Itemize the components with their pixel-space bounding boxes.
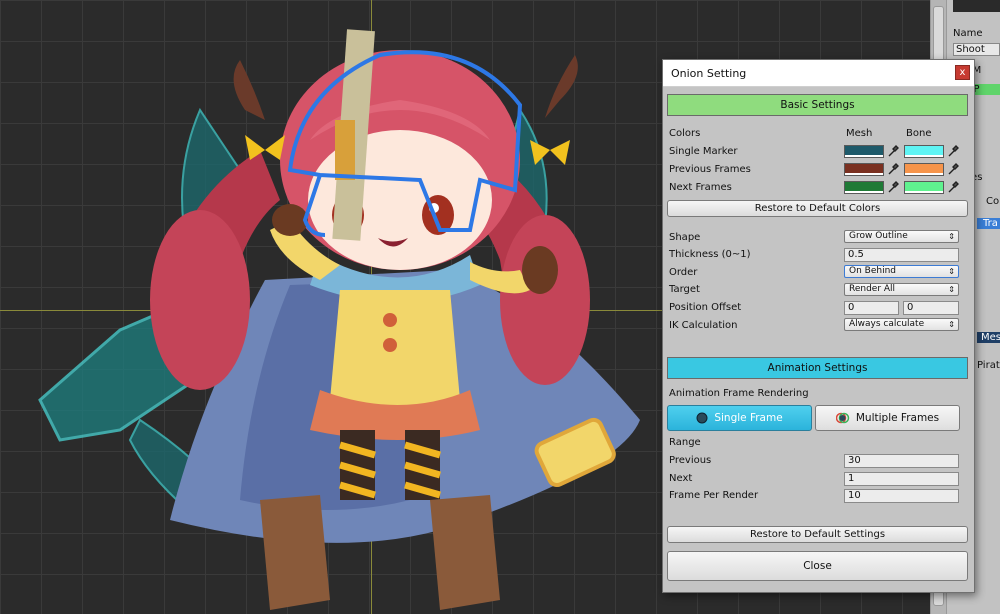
order-label: Order <box>669 267 698 278</box>
order-dropdown[interactable]: On Behind ⇕ <box>844 265 959 278</box>
position-offset-y-field[interactable]: 0 <box>903 301 959 315</box>
range-label: Range <box>669 437 701 448</box>
multiple-frames-icon <box>835 412 850 424</box>
next-label: Next <box>669 473 693 484</box>
onion-setting-dialog: Onion Setting x Basic Settings Colors Me… <box>662 59 975 593</box>
ik-calculation-value: Always calculate <box>849 319 925 329</box>
thickness-field[interactable]: 0.5 <box>844 248 959 262</box>
single-marker-mesh-color[interactable] <box>844 145 884 158</box>
dropdown-arrow-icon: ⇕ <box>948 320 955 329</box>
close-button[interactable]: Close <box>667 551 968 581</box>
single-frame-label: Single Frame <box>714 412 783 424</box>
ik-calculation-dropdown[interactable]: Always calculate ⇕ <box>844 318 959 331</box>
eyedropper-icon[interactable] <box>947 145 959 158</box>
frame-per-render-field[interactable]: 10 <box>844 489 959 503</box>
eyedropper-icon[interactable] <box>947 181 959 194</box>
thickness-label: Thickness (0~1) <box>669 249 751 260</box>
track-item[interactable]: Tra <box>977 218 1000 229</box>
previous-label: Previous <box>669 455 712 466</box>
order-value: On Behind <box>849 266 896 276</box>
next-range-field[interactable]: 1 <box>844 472 959 486</box>
dialog-close-x-button[interactable]: x <box>955 65 970 80</box>
dropdown-arrow-icon: ⇕ <box>948 285 955 294</box>
mesh-tab[interactable]: Mes <box>977 332 1000 343</box>
target-value: Render All <box>849 284 896 294</box>
target-dropdown[interactable]: Render All ⇕ <box>844 283 959 296</box>
single-frame-icon <box>696 412 708 424</box>
eyedropper-icon[interactable] <box>887 163 899 176</box>
position-offset-x-field[interactable]: 0 <box>844 301 899 315</box>
ik-calculation-label: IK Calculation <box>669 320 738 331</box>
previous-range-field[interactable]: 30 <box>844 454 959 468</box>
single-frame-toggle[interactable]: Single Frame <box>667 405 812 431</box>
shape-value: Grow Outline <box>849 231 908 241</box>
mesh-column-header: Mesh <box>846 128 873 139</box>
dialog-titlebar[interactable]: Onion Setting x <box>663 60 974 87</box>
pirate-label: Pirat <box>977 360 1000 371</box>
shape-label: Shape <box>669 232 701 243</box>
dialog-title: Onion Setting <box>671 67 747 80</box>
eyedropper-icon[interactable] <box>947 163 959 176</box>
target-label: Target <box>669 284 700 295</box>
shape-dropdown[interactable]: Grow Outline ⇕ <box>844 230 959 243</box>
animation-settings-header[interactable]: Animation Settings <box>667 357 968 379</box>
next-frames-bone-color[interactable] <box>904 181 944 194</box>
name-field[interactable]: Shoot <box>953 43 1000 56</box>
next-frames-label: Next Frames <box>669 182 732 193</box>
position-offset-label: Position Offset <box>669 302 742 313</box>
bone-column-header: Bone <box>906 128 932 139</box>
dropdown-arrow-icon: ⇕ <box>948 232 955 241</box>
dropdown-arrow-icon: ⇕ <box>948 267 955 276</box>
multiple-frames-toggle[interactable]: Multiple Frames <box>815 405 960 431</box>
previous-frames-label: Previous Frames <box>669 164 751 175</box>
basic-settings-header[interactable]: Basic Settings <box>667 94 968 116</box>
multiple-frames-label: Multiple Frames <box>855 412 940 424</box>
frame-per-render-label: Frame Per Render <box>669 490 759 501</box>
animation-frame-rendering-label: Animation Frame Rendering <box>669 388 809 399</box>
colors-label: Colors <box>669 128 701 139</box>
panel-header-strip <box>953 0 1000 12</box>
eyedropper-icon[interactable] <box>887 181 899 194</box>
single-marker-bone-color[interactable] <box>904 145 944 158</box>
restore-default-settings-button[interactable]: Restore to Default Settings <box>667 526 968 543</box>
restore-default-colors-button[interactable]: Restore to Default Colors <box>667 200 968 217</box>
previous-frames-mesh-color[interactable] <box>844 163 884 176</box>
character-illustration[interactable] <box>0 0 700 614</box>
co-label: Co <box>986 196 1000 207</box>
next-frames-mesh-color[interactable] <box>844 181 884 194</box>
previous-frames-bone-color[interactable] <box>904 163 944 176</box>
single-marker-label: Single Marker <box>669 146 738 157</box>
name-label: Name <box>953 28 983 39</box>
eyedropper-icon[interactable] <box>887 145 899 158</box>
